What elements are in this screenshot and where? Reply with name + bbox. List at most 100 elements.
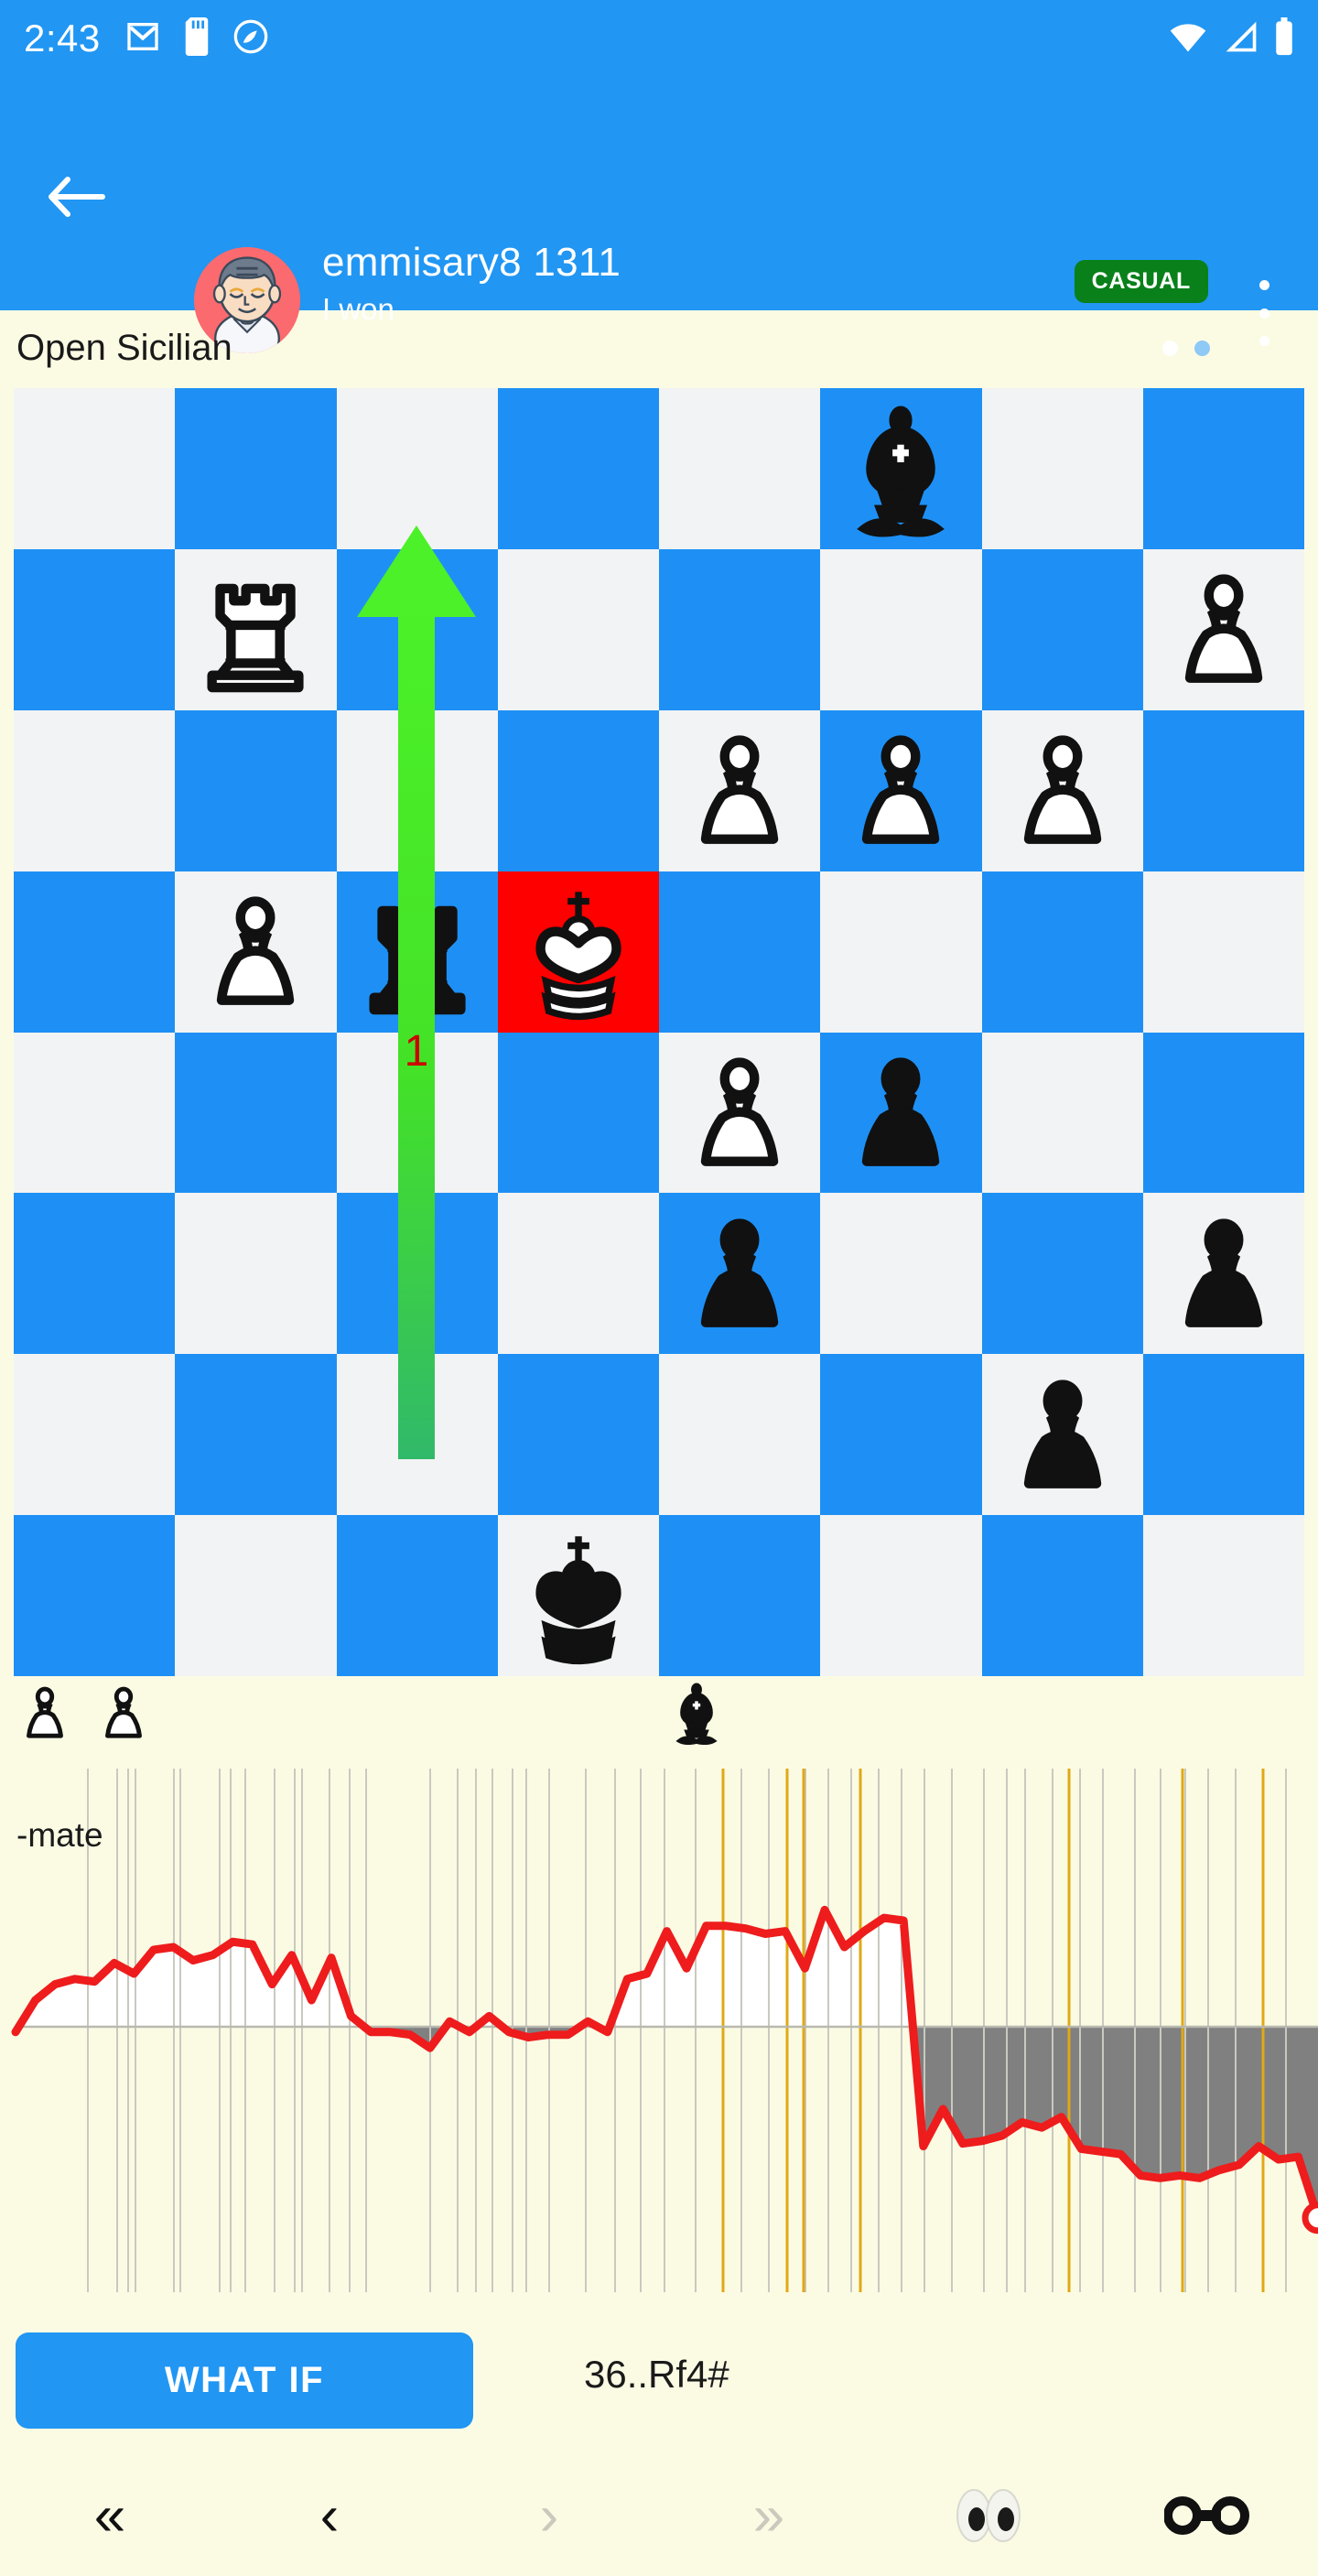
link-icon: [1164, 2495, 1250, 2535]
board-square-d5[interactable]: [497, 871, 659, 1033]
board-square-g6[interactable]: [981, 709, 1143, 871]
game-result-text: I won: [322, 292, 394, 327]
board-square-h2[interactable]: [1142, 1354, 1304, 1516]
board-square-f3[interactable]: [820, 1193, 982, 1355]
chess-game-analysis-screen: 2:43 emmisary8 1311 I won CASUAL Open Si…: [0, 0, 1318, 2576]
chart-mate-label: -mate: [16, 1816, 103, 1854]
page-dot-inactive[interactable]: [1194, 341, 1210, 356]
board-square-e5[interactable]: [659, 871, 821, 1033]
board-square-f1[interactable]: [820, 1515, 982, 1676]
board-square-c8[interactable]: [336, 388, 498, 549]
first-move-button[interactable]: «: [0, 2455, 220, 2576]
board-square-h7[interactable]: [1142, 548, 1304, 710]
board-square-d7[interactable]: [497, 548, 659, 710]
back-button[interactable]: [35, 165, 117, 229]
previous-move-button[interactable]: ‹: [220, 2455, 439, 2576]
battery-icon: [1274, 16, 1294, 60]
white-pawn-icon: [700, 735, 779, 845]
board-square-e8[interactable]: [659, 388, 821, 549]
board-square-b8[interactable]: [175, 388, 337, 549]
board-square-a6[interactable]: [14, 709, 176, 871]
board-square-c7[interactable]: [336, 548, 498, 710]
board-square-a1[interactable]: [14, 1515, 176, 1676]
board-square-a7[interactable]: [14, 548, 176, 710]
captured-white-pawn: [13, 1681, 77, 1758]
board-square-g2[interactable]: [981, 1354, 1143, 1516]
board-square-d1[interactable]: [497, 1515, 659, 1676]
overflow-menu-button[interactable]: [1243, 276, 1285, 350]
captured-pieces-row: [0, 1677, 1318, 1761]
board-square-f4[interactable]: [820, 1032, 982, 1194]
wifi-icon: [1168, 19, 1208, 59]
board-square-h8[interactable]: [1142, 388, 1304, 549]
black-pawn-icon: [700, 1218, 779, 1327]
board-square-d3[interactable]: [497, 1193, 659, 1355]
board-square-e7[interactable]: [659, 548, 821, 710]
board-square-b2[interactable]: [175, 1354, 337, 1516]
status-bar-notification-icons: [124, 16, 269, 60]
what-if-button[interactable]: WHAT IF: [16, 2332, 473, 2429]
opponent-info[interactable]: emmisary8 1311 I won: [322, 240, 621, 327]
gmail-icon: [124, 18, 161, 60]
board-square-f7[interactable]: [820, 548, 982, 710]
board-square-e6[interactable]: [659, 709, 821, 871]
share-link-button[interactable]: [1098, 2455, 1318, 2576]
page-dot-active[interactable]: [1162, 341, 1178, 356]
board-square-g3[interactable]: [981, 1193, 1143, 1355]
board-square-c6[interactable]: [336, 709, 498, 871]
board-square-c4[interactable]: [336, 1032, 498, 1194]
board-square-e4[interactable]: [659, 1032, 821, 1194]
board-square-h1[interactable]: [1142, 1515, 1304, 1676]
board-square-a2[interactable]: [14, 1354, 176, 1516]
board-square-d8[interactable]: [497, 388, 659, 549]
board-square-f5[interactable]: [820, 871, 982, 1033]
board-square-b7[interactable]: [175, 548, 337, 710]
board-square-c5[interactable]: [336, 871, 498, 1033]
page-indicator: [1162, 341, 1210, 356]
board-square-a3[interactable]: [14, 1193, 176, 1355]
black-bishop-icon: [675, 1683, 718, 1746]
board-square-c1[interactable]: [336, 1515, 498, 1676]
analysis-eyes-button[interactable]: [879, 2455, 1098, 2576]
last-move-button-glyph: »: [752, 2484, 785, 2548]
board-square-b4[interactable]: [175, 1032, 337, 1194]
chess-board[interactable]: [14, 388, 1304, 1676]
white-pawn-icon: [27, 1686, 63, 1738]
next-move-button-glyph: ›: [539, 2484, 559, 2548]
board-square-e2[interactable]: [659, 1354, 821, 1516]
black-bishop-icon: [857, 406, 945, 537]
board-square-a4[interactable]: [14, 1032, 176, 1194]
board-square-g7[interactable]: [981, 548, 1143, 710]
board-square-g1[interactable]: [981, 1515, 1143, 1676]
board-square-d4[interactable]: [497, 1032, 659, 1194]
board-square-c2[interactable]: [336, 1354, 498, 1516]
board-square-g8[interactable]: [981, 388, 1143, 549]
board-square-h5[interactable]: [1142, 871, 1304, 1033]
board-square-e3[interactable]: [659, 1193, 821, 1355]
board-square-e1[interactable]: [659, 1515, 821, 1676]
board-square-d6[interactable]: [497, 709, 659, 871]
first-move-button-glyph: «: [93, 2484, 126, 2548]
kebab-dot: [1259, 336, 1269, 346]
board-square-b3[interactable]: [175, 1193, 337, 1355]
evaluation-chart[interactable]: [0, 1761, 1318, 2292]
board-square-f6[interactable]: [820, 709, 982, 871]
white-pawn-icon: [1023, 735, 1101, 845]
board-square-b1[interactable]: [175, 1515, 337, 1676]
board-square-d2[interactable]: [497, 1354, 659, 1516]
board-square-h4[interactable]: [1142, 1032, 1304, 1194]
board-square-h3[interactable]: [1142, 1193, 1304, 1355]
board-square-f2[interactable]: [820, 1354, 982, 1516]
board-square-g5[interactable]: [981, 871, 1143, 1033]
board-square-h6[interactable]: [1142, 709, 1304, 871]
board-square-g4[interactable]: [981, 1032, 1143, 1194]
board-square-b6[interactable]: [175, 709, 337, 871]
board-square-b5[interactable]: [175, 871, 337, 1033]
black-king-icon: [535, 1535, 621, 1664]
board-square-a8[interactable]: [14, 388, 176, 549]
board-square-f8[interactable]: [820, 388, 982, 549]
captured-white-pawn: [92, 1681, 156, 1758]
previous-move-button-glyph: ‹: [319, 2484, 340, 2548]
board-square-c3[interactable]: [336, 1193, 498, 1355]
board-square-a5[interactable]: [14, 871, 176, 1033]
